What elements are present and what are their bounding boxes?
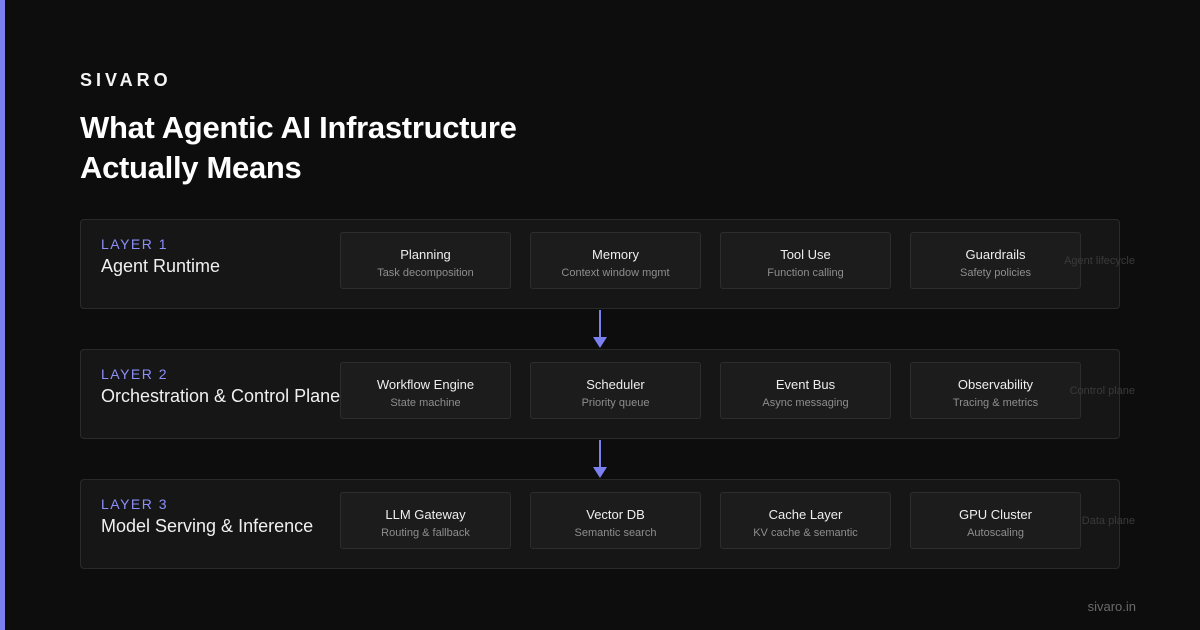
component-card-observability: Observability Tracing & metrics bbox=[910, 362, 1081, 419]
component-subtitle: KV cache & semantic bbox=[753, 527, 858, 539]
component-title: Memory bbox=[592, 247, 639, 262]
brand-logo: SIVARO bbox=[80, 70, 172, 90]
component-subtitle: Task decomposition bbox=[377, 267, 474, 279]
component-subtitle: Function calling bbox=[767, 267, 844, 279]
layer-tag: Data plane bbox=[1081, 515, 1135, 527]
component-title: Event Bus bbox=[775, 377, 836, 392]
layer-tag: Control plane bbox=[1069, 385, 1135, 397]
accent-bar bbox=[0, 0, 5, 630]
component-card-llm-gateway: LLM Gateway Routing & fallback bbox=[340, 492, 511, 549]
component-title: Cache Layer bbox=[768, 507, 843, 522]
component-card-event-bus: Event Bus Async messaging bbox=[720, 362, 891, 419]
component-subtitle: Context window mgmt bbox=[561, 267, 670, 279]
component-title: Tool Use bbox=[780, 247, 831, 262]
component-title: LLM Gateway bbox=[385, 507, 466, 522]
component-subtitle: Tracing & metrics bbox=[952, 397, 1039, 409]
layer-name: Agent Runtime bbox=[101, 256, 221, 276]
layer-2-panel: LAYER 2 Orchestration & Control Plane Wo… bbox=[80, 349, 1135, 439]
component-subtitle: Async messaging bbox=[762, 397, 849, 409]
component-title: GPU Cluster bbox=[959, 507, 1032, 522]
component-card-vector-db: Vector DB Semantic search bbox=[530, 492, 701, 549]
layer-number: LAYER 3 bbox=[101, 496, 169, 512]
component-card-memory: Memory Context window mgmt bbox=[530, 232, 701, 289]
layer-number: LAYER 2 bbox=[101, 366, 169, 382]
component-card-planning: Planning Task decomposition bbox=[340, 232, 511, 289]
component-card-tool-use: Tool Use Function calling bbox=[720, 232, 891, 289]
page-title: What Agentic AI Infrastructure Actually … bbox=[80, 110, 517, 185]
component-card-scheduler: Scheduler Priority queue bbox=[530, 362, 701, 419]
component-title: Planning bbox=[400, 247, 451, 262]
component-subtitle: Autoscaling bbox=[967, 527, 1024, 539]
component-title: Observability bbox=[957, 377, 1034, 392]
component-card-cache-layer: Cache Layer KV cache & semantic bbox=[720, 492, 891, 549]
component-subtitle: Semantic search bbox=[574, 527, 657, 539]
component-title: Vector DB bbox=[586, 507, 645, 522]
component-title: Scheduler bbox=[586, 377, 645, 392]
layer-3-panel: LAYER 3 Model Serving & Inference LLM Ga… bbox=[80, 479, 1135, 569]
component-card-gpu-cluster: GPU Cluster Autoscaling bbox=[910, 492, 1081, 549]
layer-1-panel: LAYER 1 Agent Runtime Planning Task deco… bbox=[80, 219, 1135, 309]
component-title: Workflow Engine bbox=[376, 377, 475, 392]
component-card-guardrails: Guardrails Safety policies bbox=[910, 232, 1081, 289]
layer-name: Model Serving & Inference bbox=[101, 516, 314, 536]
footer-url: sivaro.in bbox=[1087, 599, 1136, 614]
layer-number: LAYER 1 bbox=[101, 236, 169, 252]
layer-tag: Agent lifecycle bbox=[1064, 255, 1135, 267]
component-subtitle: State machine bbox=[390, 397, 461, 409]
layer-name: Orchestration & Control Plane bbox=[101, 386, 341, 406]
component-subtitle: Routing & fallback bbox=[381, 527, 470, 539]
component-card-workflow-engine: Workflow Engine State machine bbox=[340, 362, 511, 419]
component-subtitle: Priority queue bbox=[581, 397, 650, 409]
component-title: Guardrails bbox=[965, 247, 1026, 262]
component-subtitle: Safety policies bbox=[960, 267, 1031, 279]
